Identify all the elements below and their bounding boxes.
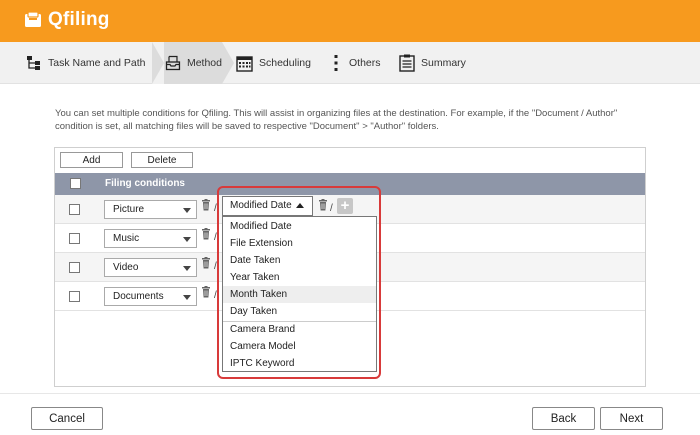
separator: /: [214, 290, 217, 301]
top-bar: Qfiling: [0, 0, 700, 42]
dropdown-option[interactable]: Year Taken: [223, 269, 376, 286]
step-scheduling[interactable]: Scheduling: [236, 42, 311, 84]
row-checkbox[interactable]: [69, 262, 80, 273]
app-title: Qfiling: [48, 9, 110, 30]
chevron-down-icon: [183, 295, 191, 300]
step-label: Summary: [421, 57, 466, 69]
folder-box-icon: [25, 12, 41, 27]
step-summary[interactable]: Summary: [399, 42, 466, 84]
separator: /: [330, 203, 333, 214]
dropdown-option[interactable]: IPTC Keyword: [223, 355, 376, 372]
category-select[interactable]: Video: [104, 258, 197, 277]
step-label: Method: [186, 57, 222, 69]
trash-icon[interactable]: [201, 228, 211, 240]
step-label: Others: [349, 57, 381, 69]
step-label: Scheduling: [259, 57, 311, 69]
more-vertical-icon: [334, 55, 338, 71]
add-button[interactable]: Add: [60, 152, 123, 168]
back-button[interactable]: Back: [532, 407, 595, 430]
category-select[interactable]: Documents: [104, 287, 197, 306]
trash-icon[interactable]: [201, 286, 211, 298]
dropdown-option[interactable]: File Extension: [223, 235, 376, 252]
dropdown-option[interactable]: Date Taken: [223, 252, 376, 269]
dropdown-option[interactable]: Camera Brand: [223, 321, 376, 338]
next-button[interactable]: Next: [600, 407, 663, 430]
dropdown-option[interactable]: Camera Model: [223, 338, 376, 355]
chevron-up-icon: [296, 203, 304, 208]
step-task-name-and-path[interactable]: Task Name and Path: [26, 42, 145, 84]
chevron-down-icon: [183, 208, 191, 213]
calendar-icon: [236, 55, 253, 72]
category-select[interactable]: Music: [104, 229, 197, 248]
inbox-icon: [165, 55, 181, 71]
dropdown-option[interactable]: Day Taken: [223, 303, 376, 320]
condition-dropdown-list: Modified Date File Extension Date Taken …: [222, 216, 377, 372]
app-logo: Qfiling: [24, 9, 110, 31]
dropdown-option-highlighted[interactable]: Month Taken: [223, 286, 376, 303]
row-checkbox[interactable]: [69, 204, 80, 215]
add-condition-button[interactable]: +: [337, 198, 353, 214]
clipboard-icon: [399, 54, 415, 72]
condition-select[interactable]: Modified Date: [222, 196, 313, 216]
table-header: Filing conditions: [55, 173, 645, 195]
footer-bar: Cancel Back Next: [0, 393, 700, 435]
sitemap-icon: [27, 56, 40, 70]
chevron-down-icon: [183, 266, 191, 271]
trash-icon[interactable]: [201, 199, 211, 211]
description-text: You can set multiple conditions for Qfil…: [55, 108, 618, 132]
row-checkbox[interactable]: [69, 233, 80, 244]
step-others[interactable]: Others: [333, 42, 381, 84]
dropdown-option[interactable]: Modified Date: [223, 218, 376, 235]
step-method[interactable]: Method: [152, 42, 234, 84]
delete-button[interactable]: Delete: [131, 152, 193, 168]
row-checkbox[interactable]: [69, 291, 80, 302]
trash-icon[interactable]: [318, 199, 328, 214]
trash-icon[interactable]: [201, 257, 211, 269]
chevron-down-icon: [183, 237, 191, 242]
select-all-checkbox[interactable]: [70, 178, 81, 189]
column-header-filing-conditions: Filing conditions: [105, 178, 185, 189]
cancel-button[interactable]: Cancel: [31, 407, 103, 430]
separator: /: [214, 232, 217, 243]
separator: /: [214, 203, 217, 214]
step-label: Task Name and Path: [48, 57, 146, 69]
wizard-steps: Task Name and Path Method Scheduling Oth…: [0, 42, 700, 84]
category-select[interactable]: Picture: [104, 200, 197, 219]
separator: /: [214, 261, 217, 272]
